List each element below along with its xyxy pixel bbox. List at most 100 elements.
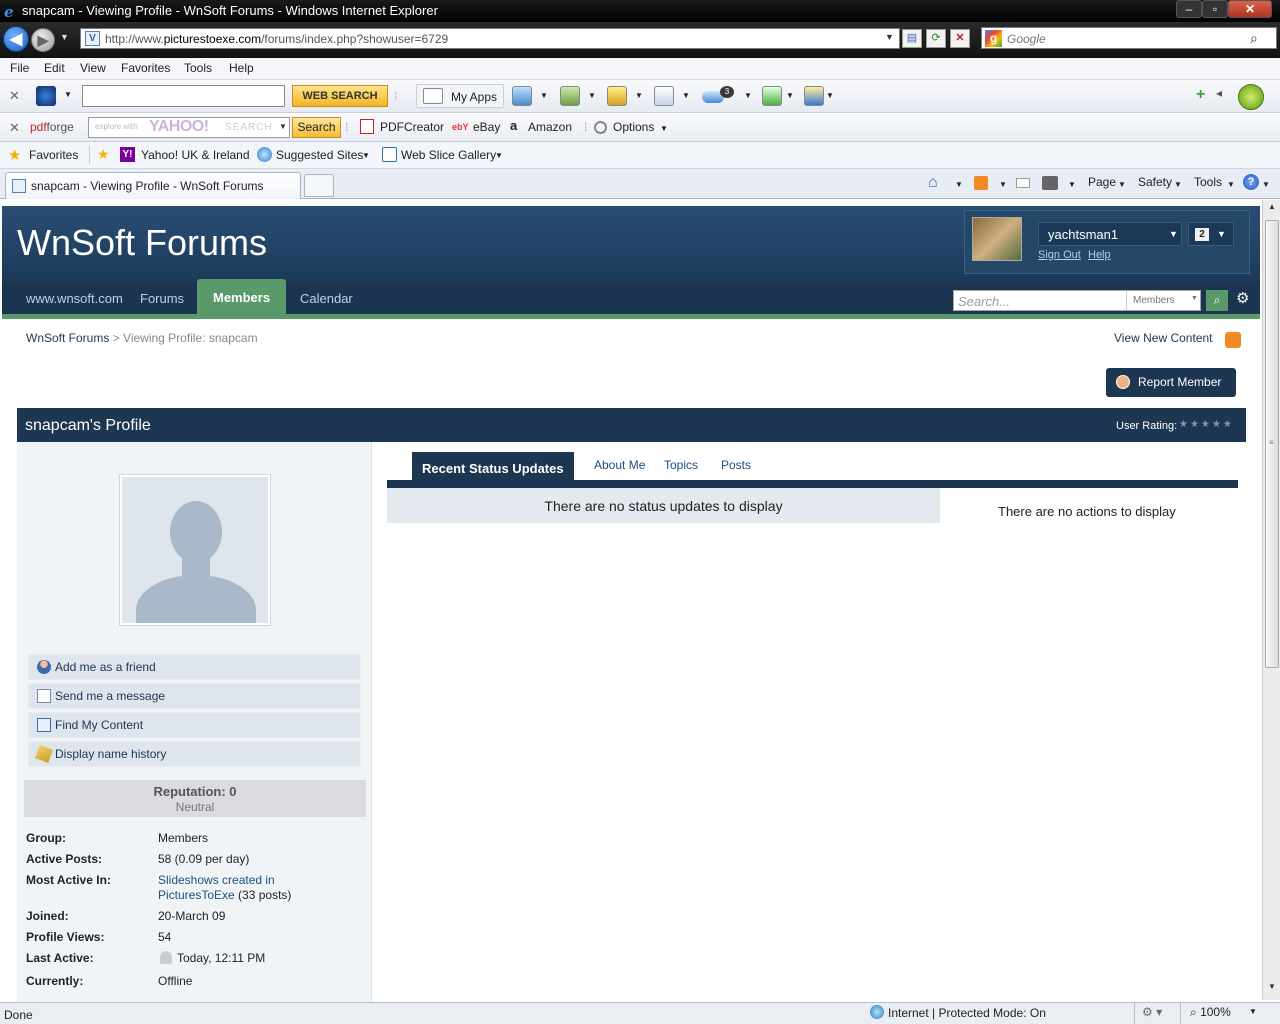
mail-icon[interactable] — [512, 86, 532, 106]
ebay-link[interactable]: eBay — [473, 120, 500, 134]
address-bar[interactable]: V http://www.picturestoexe.com/forums/in… — [80, 28, 900, 49]
address-dropdown-icon[interactable]: ▼ — [885, 32, 894, 42]
name-history-button[interactable]: Display name history — [28, 741, 361, 767]
breadcrumb-home[interactable]: WnSoft Forums — [26, 331, 109, 345]
my-apps-button[interactable]: My Apps — [416, 84, 504, 108]
menu-file[interactable]: File — [10, 61, 29, 75]
compatibility-view-icon[interactable]: ▤ — [902, 29, 922, 48]
user-menu-dropdown[interactable]: yachtsman1 ▼ — [1038, 222, 1182, 246]
fav-web-slice-gallery[interactable]: Web Slice Gallery — [401, 148, 496, 162]
tab-posts[interactable]: Posts — [721, 458, 751, 472]
plus-icon[interactable]: + — [1196, 86, 1205, 104]
amazon-link[interactable]: Amazon — [528, 120, 572, 134]
nav-wnsoft[interactable]: www.wnsoft.com — [26, 291, 123, 306]
forward-button[interactable]: ▶ — [31, 28, 55, 52]
menu-help[interactable]: Help — [229, 61, 254, 75]
safety-menu[interactable]: Safety — [1138, 175, 1172, 189]
chevron-down-icon[interactable]: ▼ — [682, 91, 690, 100]
toolbar-close-icon[interactable]: ✕ — [9, 120, 20, 136]
add-favorite-icon[interactable]: ★ — [97, 146, 110, 163]
stop-icon[interactable]: ✕ — [950, 29, 970, 48]
print-icon[interactable] — [1042, 176, 1058, 190]
toolbar-logo-icon[interactable] — [36, 86, 56, 106]
yahoo-search-input[interactable]: explore with YAHOO! SEARCH ▼ — [88, 117, 290, 138]
yahoo-search-button[interactable]: Search — [292, 117, 341, 138]
find-content-button[interactable]: Find My Content — [28, 712, 361, 738]
close-button[interactable]: ✕ — [1228, 0, 1272, 18]
back-button[interactable]: ◀ — [3, 26, 29, 52]
chevron-down-icon[interactable]: ▼ — [1118, 180, 1126, 189]
help-icon[interactable]: ? — [1243, 174, 1259, 190]
menu-edit[interactable]: Edit — [44, 61, 65, 75]
toolbar-search-input[interactable] — [82, 85, 285, 107]
help-link[interactable]: Help — [1088, 249, 1111, 261]
site-title[interactable]: WnSoft Forums — [17, 222, 267, 264]
chevron-down-icon[interactable]: ▼ — [362, 151, 370, 160]
chevron-down-icon[interactable]: ▼ — [588, 91, 596, 100]
weather-icon[interactable]: 3 — [702, 86, 734, 106]
protected-mode-icon[interactable]: ⚙ ▾ — [1142, 1005, 1162, 1019]
favorites-button[interactable]: Favorites — [29, 148, 78, 162]
chevron-down-icon[interactable]: ▼ — [64, 90, 72, 99]
rss-icon[interactable] — [974, 176, 988, 190]
nav-calendar[interactable]: Calendar — [300, 291, 353, 306]
package-icon[interactable] — [654, 86, 674, 106]
chevron-down-icon[interactable]: ▼ — [826, 91, 834, 100]
chevron-down-icon[interactable]: ▼ — [495, 151, 503, 160]
menu-favorites[interactable]: Favorites — [121, 61, 170, 75]
browser-search-box[interactable]: g Google ⌕ — [981, 27, 1277, 49]
rating-stars[interactable]: ★★★★★ — [1179, 419, 1234, 430]
chevron-down-icon[interactable]: ▼ — [999, 180, 1007, 189]
notes-icon[interactable] — [607, 86, 627, 106]
chevron-down-icon[interactable]: ▼ — [786, 91, 794, 100]
gear-icon[interactable] — [1238, 84, 1264, 110]
chevron-down-icon[interactable]: ▼ — [540, 91, 548, 100]
chevron-down-icon[interactable]: ▼ — [660, 124, 668, 133]
home-icon[interactable]: ⌂ — [928, 174, 944, 191]
web-search-button[interactable]: WEB SEARCH — [292, 85, 388, 107]
menu-view[interactable]: View — [80, 61, 106, 75]
pdfcreator-link[interactable]: PDFCreator — [380, 120, 444, 134]
send-message-button[interactable]: Send me a message — [28, 683, 361, 709]
most-active-link-2[interactable]: PicturesToExe — [158, 888, 235, 902]
gear-icon[interactable]: ⚙ — [1236, 289, 1249, 307]
search-button[interactable]: ⌕ — [1206, 290, 1228, 311]
pdfforge-logo[interactable]: pdfforge — [30, 120, 74, 134]
maximize-button[interactable]: ▫ — [1202, 0, 1228, 18]
nav-forums[interactable]: Forums — [140, 291, 184, 306]
page-menu[interactable]: Page — [1088, 175, 1116, 189]
vertical-scrollbar[interactable]: ▲ ≡ ▼ — [1262, 200, 1280, 1000]
search-icon[interactable]: ⌕ — [1250, 30, 1258, 47]
scroll-up-icon[interactable]: ▲ — [1265, 202, 1279, 218]
read-mail-icon[interactable] — [1016, 178, 1030, 188]
fav-yahoo-uk[interactable]: Yahoo! UK & Ireland — [141, 148, 250, 162]
recent-pages-dropdown[interactable]: ▼ — [60, 32, 69, 42]
sign-out-link[interactable]: Sign Out — [1038, 249, 1081, 261]
tools-menu[interactable]: Tools — [1194, 175, 1222, 189]
minimize-button[interactable]: – — [1176, 0, 1202, 18]
search-scope-select[interactable]: Members ▼ — [1126, 291, 1200, 310]
chevron-down-icon[interactable]: ▼ — [279, 122, 287, 131]
scroll-down-icon[interactable]: ▼ — [1265, 982, 1279, 998]
tab-topics[interactable]: Topics — [664, 458, 698, 472]
security-zone[interactable]: Internet | Protected Mode: On — [888, 1006, 1046, 1020]
chevron-down-icon[interactable]: ▼ — [1262, 180, 1270, 189]
zoom-level[interactable]: ⌕ 100% — [1190, 1005, 1231, 1020]
tab-about-me[interactable]: About Me — [594, 458, 645, 472]
avatar[interactable] — [972, 217, 1022, 261]
chevron-left-icon[interactable]: ◂ — [1216, 86, 1222, 100]
most-active-link[interactable]: Slideshows created in — [158, 873, 275, 887]
report-member-button[interactable]: Report Member — [1106, 368, 1236, 397]
chevron-down-icon[interactable]: ▼ — [955, 180, 963, 189]
chevron-down-icon[interactable]: ▼ — [635, 91, 643, 100]
chevron-down-icon[interactable]: ▼ — [1068, 180, 1076, 189]
refresh-icon[interactable]: ⟳ — [926, 29, 946, 48]
shield-icon[interactable] — [804, 86, 824, 106]
browser-tab-active[interactable]: snapcam - Viewing Profile - WnSoft Forum… — [5, 172, 301, 199]
add-friend-button[interactable]: Add me as a friend — [28, 654, 361, 680]
chevron-down-icon[interactable]: ▼ — [744, 91, 752, 100]
menu-tools[interactable]: Tools — [184, 61, 212, 75]
chevron-down-icon[interactable]: ▼ — [1249, 1007, 1257, 1016]
fav-suggested-sites[interactable]: Suggested Sites — [276, 148, 363, 162]
nav-members[interactable]: Members — [197, 279, 286, 317]
